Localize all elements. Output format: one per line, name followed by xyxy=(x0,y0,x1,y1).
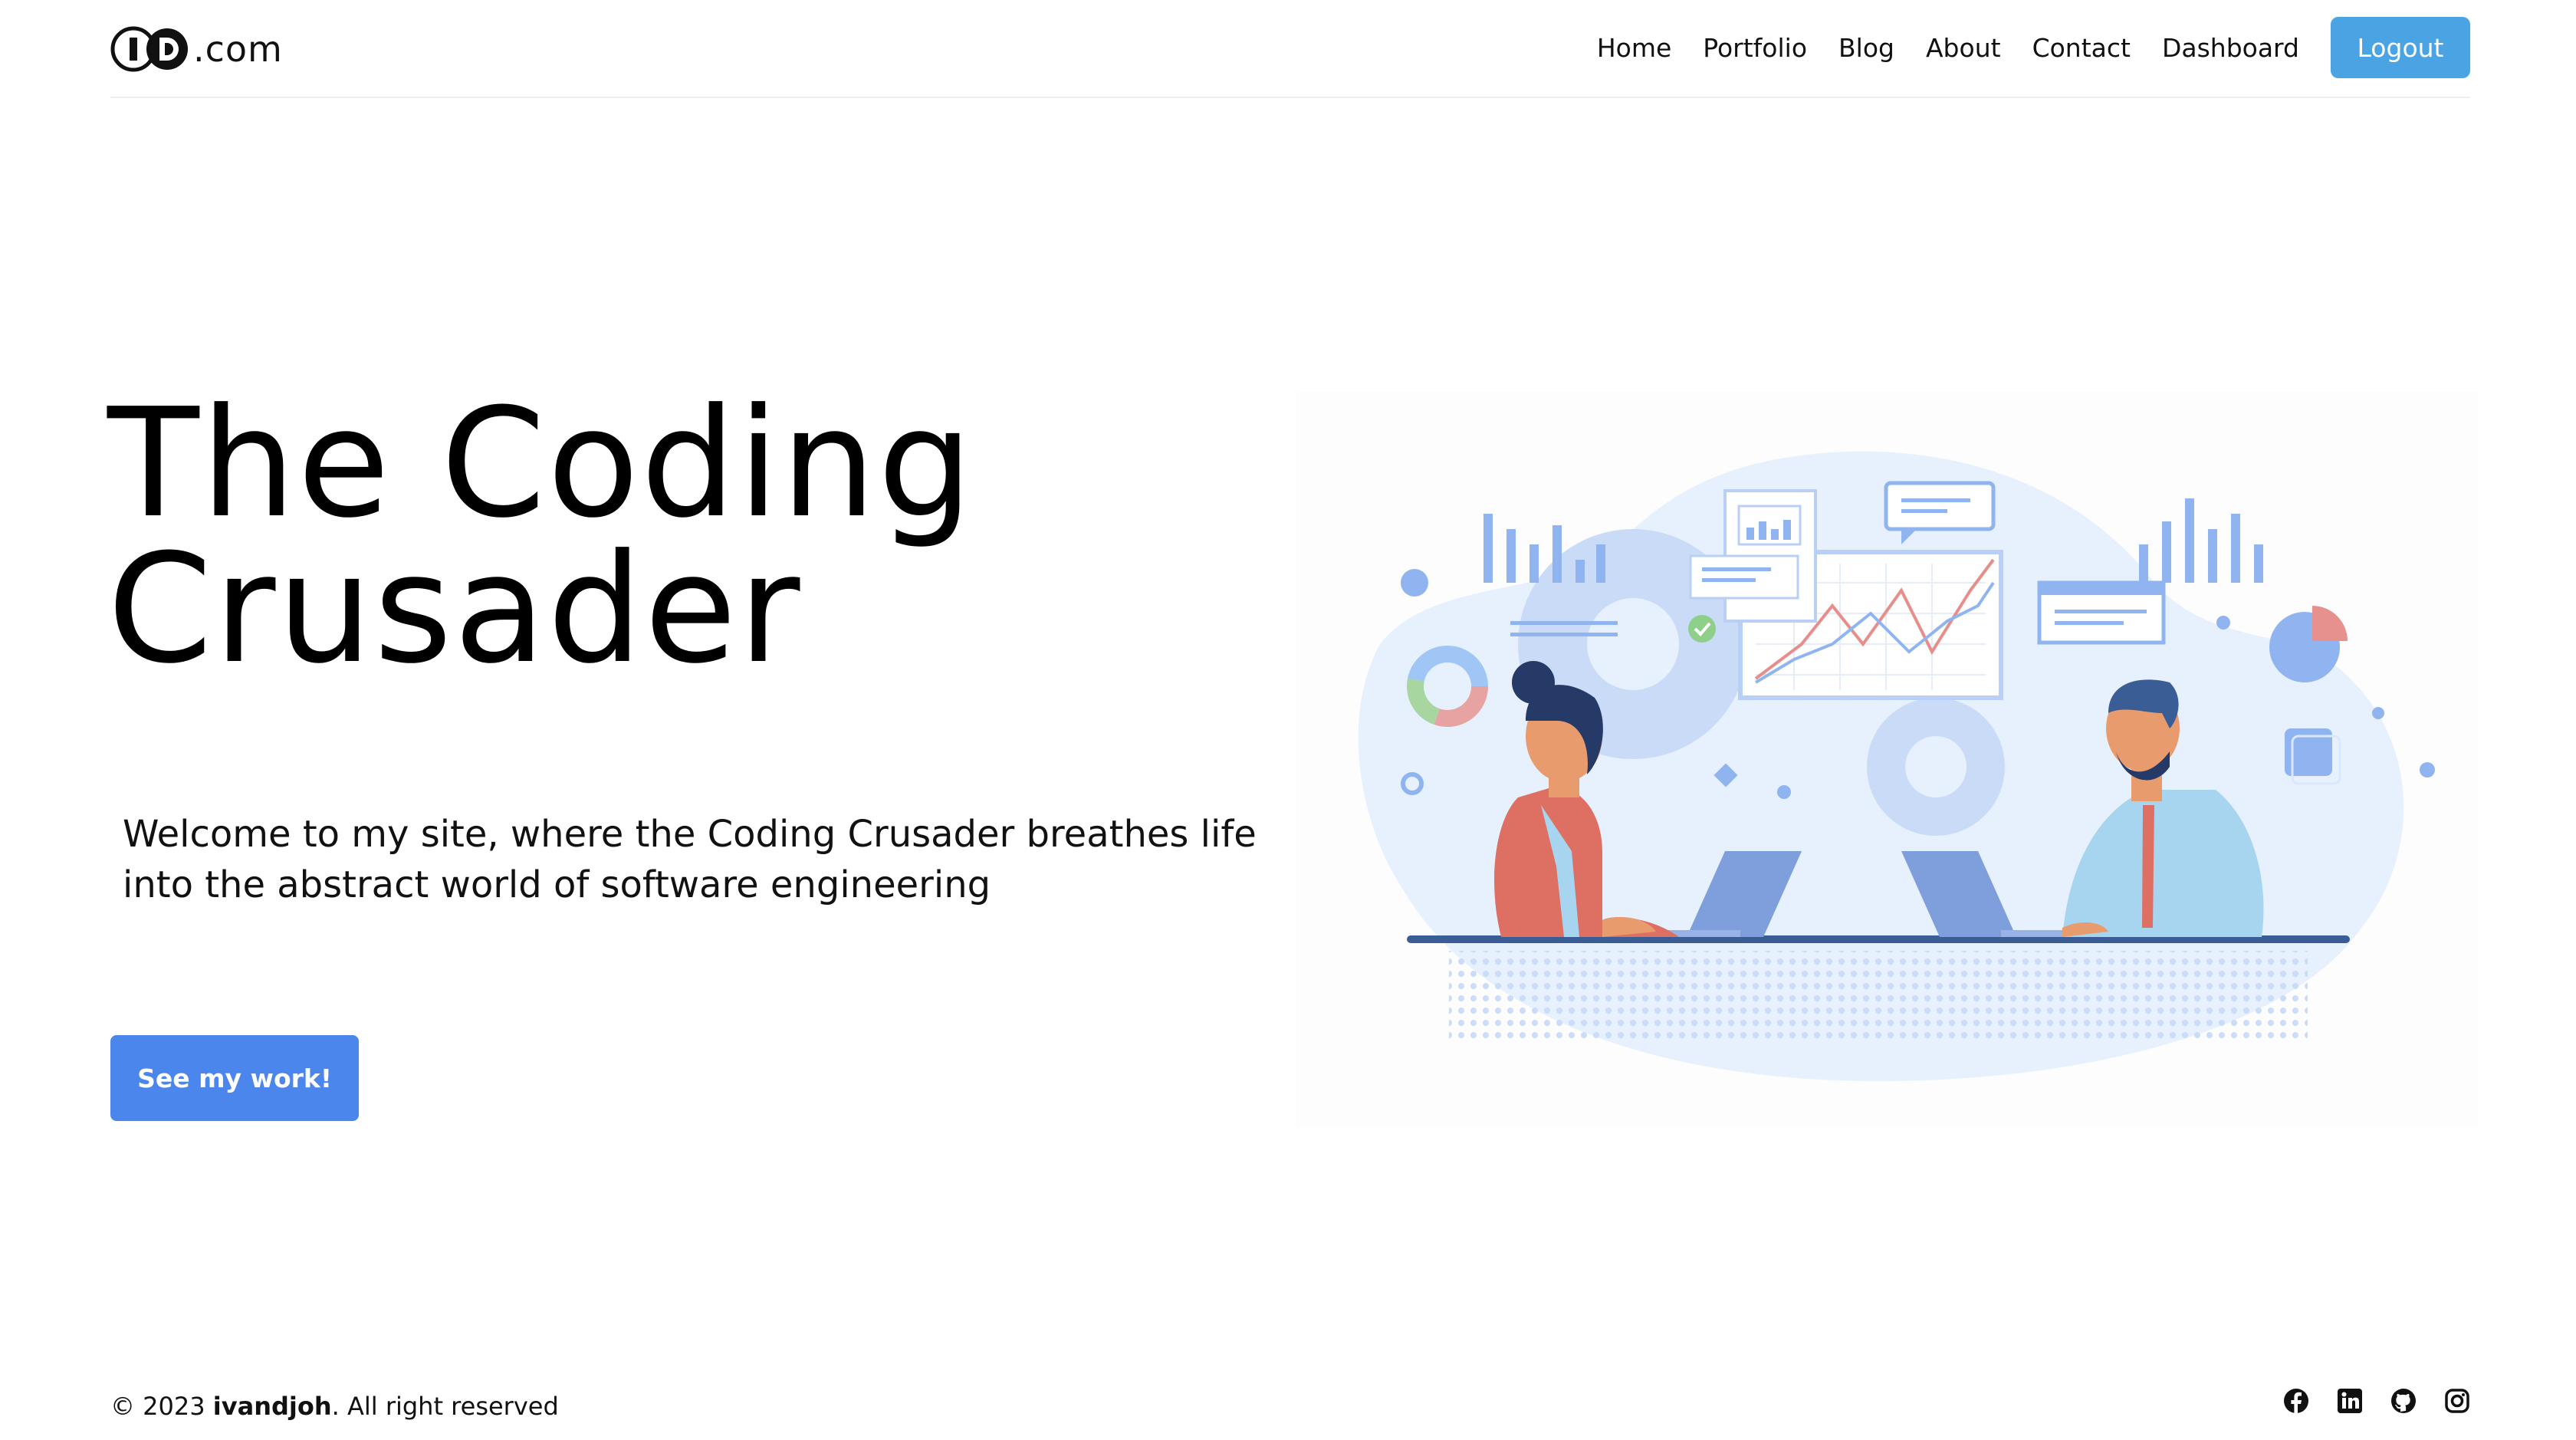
see-my-work-button[interactable]: See my work! xyxy=(110,1035,359,1121)
nav-blog[interactable]: Blog xyxy=(1838,33,1894,63)
nav-about[interactable]: About xyxy=(1926,33,2001,63)
copyright-prefix: © 2023 xyxy=(110,1392,205,1421)
linkedin-icon[interactable] xyxy=(2337,1388,2363,1414)
gear-small-icon xyxy=(1867,698,2005,836)
copyright-suffix: . All right reserved xyxy=(331,1392,559,1421)
halftone-pattern xyxy=(1449,951,2308,1043)
nav-portfolio[interactable]: Portfolio xyxy=(1703,33,1807,63)
nav-home[interactable]: Home xyxy=(1597,33,1671,63)
logo-suffix: .com xyxy=(193,28,283,70)
hero-illustration xyxy=(1296,391,2478,1127)
nav-contact[interactable]: Contact xyxy=(2032,33,2131,63)
hero-subtitle: Welcome to my site, where the Coding Cru… xyxy=(123,813,1257,906)
instagram-icon[interactable] xyxy=(2444,1388,2470,1414)
browser-window-icon xyxy=(2037,580,2166,645)
logo-mark-icon xyxy=(110,26,188,72)
social-links xyxy=(2256,1388,2470,1414)
footer-copyright: © 2023 ivandjoh. All right reserved xyxy=(110,1392,559,1421)
main-nav: Home Portfolio Blog About Contact Dashbo… xyxy=(1566,17,2470,78)
site-logo[interactable]: .com xyxy=(110,26,283,72)
site-header: .com Home Portfolio Blog About Contact D… xyxy=(110,0,2470,98)
facebook-icon[interactable] xyxy=(2283,1388,2309,1414)
nav-dashboard[interactable]: Dashboard xyxy=(2162,33,2299,63)
copyright-owner: ivandjoh xyxy=(212,1392,332,1421)
hero-title: The Coding Crusader xyxy=(107,389,1257,685)
logout-button[interactable]: Logout xyxy=(2331,17,2470,78)
hero-title-line2: Crusader xyxy=(107,522,802,697)
github-icon[interactable] xyxy=(2390,1388,2417,1414)
